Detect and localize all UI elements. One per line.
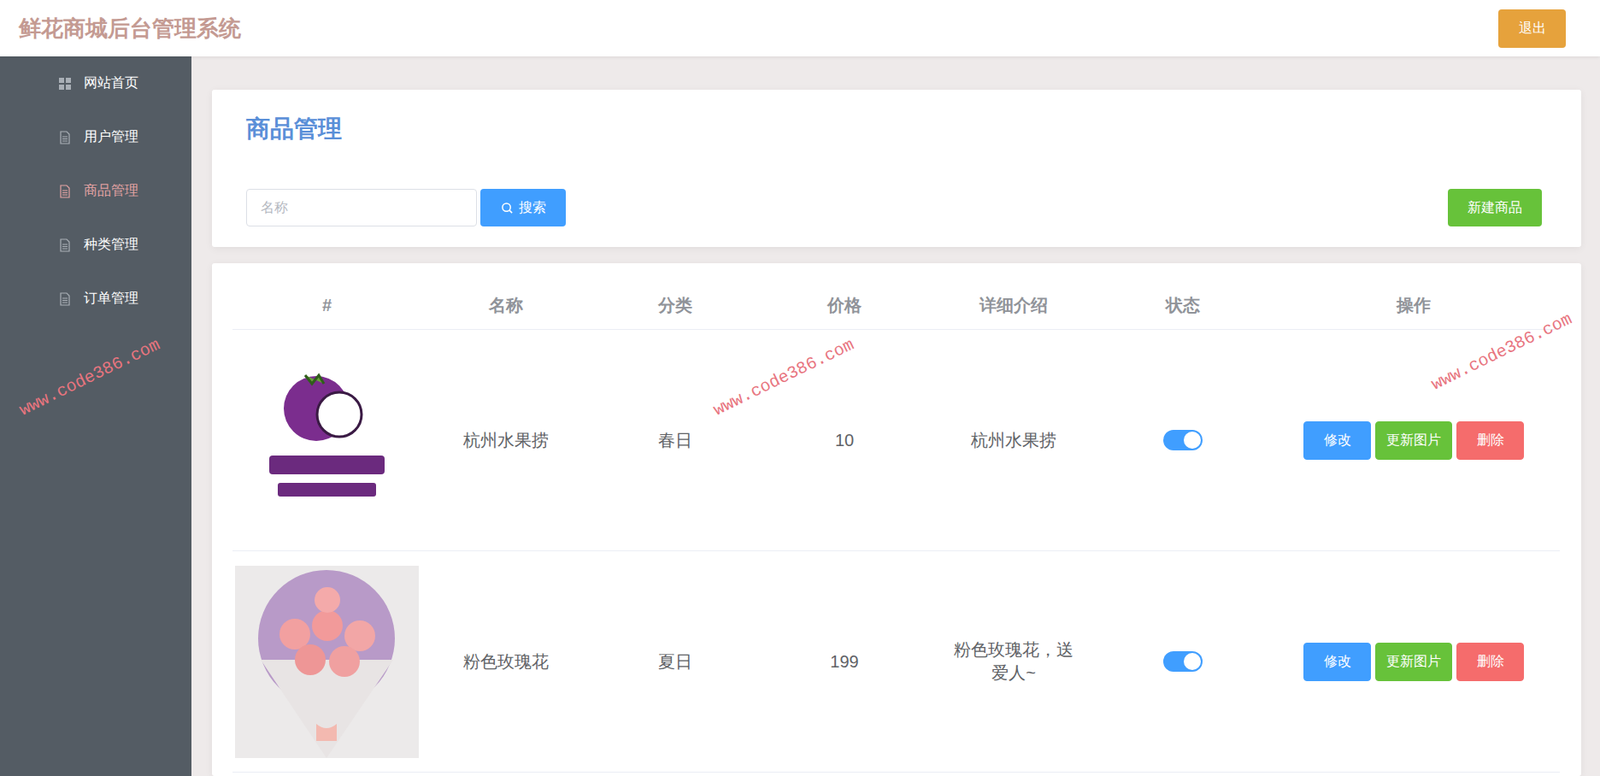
main-area: 商品管理搜索新建商品#名称分类价格详细介绍状态操作杭州水果捞春日10杭州水果捞修…	[191, 56, 1600, 776]
status-switch[interactable]	[1163, 429, 1203, 451]
action-button[interactable]: 修改	[1303, 642, 1371, 682]
watermark: www.code386.com	[1417, 303, 1588, 400]
search-input[interactable]	[246, 188, 477, 227]
description-cell: 杭州水果捞	[929, 329, 1099, 551]
create-button[interactable]: 新建商品	[1447, 188, 1542, 227]
admin-app: 鲜花商城后台管理系统退出网站首页用户管理商品管理种类管理订单管理商品管理搜索新建…	[0, 0, 1600, 776]
image-cell	[232, 551, 422, 772]
document-icon	[58, 184, 72, 199]
category-cell: 夏日	[590, 551, 760, 772]
action-button[interactable]: 更新图片	[1375, 421, 1453, 460]
search-group: 搜索	[246, 188, 566, 227]
image-cell	[232, 329, 422, 551]
grid-icon	[58, 76, 72, 91]
sidebar-item[interactable]: 种类管理	[0, 217, 192, 272]
action-button[interactable]: 更新图片	[1375, 642, 1453, 682]
status-cell	[1098, 551, 1268, 772]
watermark: www.code386.com	[699, 329, 870, 426]
category-cell: 春日	[590, 329, 760, 551]
toolbar: 搜索 新建商品	[246, 188, 1542, 227]
table-row: 粉色玫瑰花夏日199粉色玫瑰花，送爱人~ 修改更新图片删除	[232, 551, 1560, 773]
table-row: 杭州水果捞春日10杭州水果捞修改更新图片删除	[232, 329, 1560, 552]
sidebar-item[interactable]: 订单管理	[0, 271, 192, 326]
table-header: #名称分类价格详细介绍状态操作	[232, 282, 1560, 330]
logout-button[interactable]: 退出	[1498, 9, 1566, 48]
sidebar-item[interactable]: 网站首页	[0, 56, 192, 111]
action-button[interactable]: 删除	[1456, 421, 1524, 460]
sidebar: 网站首页用户管理商品管理种类管理订单管理	[0, 56, 192, 776]
column-header: 操作	[1267, 282, 1560, 330]
sidebar-label: 商品管理	[83, 182, 139, 200]
actions-cell: 修改更新图片删除	[1267, 551, 1560, 772]
page-title: 商品管理	[246, 113, 1542, 145]
top-bar: 鲜花商城后台管理系统 退出	[0, 0, 1600, 57]
column-header: 详细介绍	[929, 282, 1099, 330]
description-cell: 粉色玫瑰花，送爱人~	[929, 551, 1099, 772]
sidebar-item[interactable]: 商品管理	[0, 164, 192, 218]
table-card: #名称分类价格详细介绍状态操作杭州水果捞春日10杭州水果捞修改更新图片删除粉色玫…	[211, 263, 1582, 776]
search-icon	[500, 201, 514, 215]
document-icon	[58, 130, 72, 145]
watermark: www.code386.com	[5, 329, 176, 426]
switch-knob	[1183, 652, 1201, 671]
status-cell	[1098, 329, 1268, 551]
column-header: 名称	[421, 282, 591, 330]
status-switch[interactable]	[1163, 651, 1203, 672]
action-button[interactable]: 修改	[1303, 421, 1371, 460]
column-header: #	[232, 282, 422, 330]
sidebar-label: 网站首页	[83, 74, 139, 93]
column-header: 价格	[759, 282, 930, 330]
body: 网站首页用户管理商品管理种类管理订单管理商品管理搜索新建商品#名称分类价格详细介…	[0, 56, 1600, 776]
site-title: 鲜花商城后台管理系统	[18, 13, 242, 44]
sidebar-label: 种类管理	[83, 235, 139, 254]
name-cell: 杭州水果捞	[421, 329, 591, 551]
action-button[interactable]: 删除	[1456, 642, 1524, 682]
product-image	[235, 344, 419, 537]
sidebar-label: 用户管理	[83, 128, 139, 147]
search-button[interactable]: 搜索	[480, 188, 566, 227]
column-header: 状态	[1098, 282, 1268, 330]
price-cell: 10	[759, 329, 930, 551]
document-icon	[58, 238, 72, 253]
name-cell: 粉色玫瑰花	[421, 551, 591, 772]
price-cell: 199	[759, 551, 930, 772]
product-image	[235, 565, 419, 759]
actions-cell: 修改更新图片删除	[1267, 329, 1560, 551]
sidebar-label: 订单管理	[83, 289, 139, 308]
document-icon	[58, 292, 72, 306]
header-card: 商品管理搜索 新建商品	[211, 89, 1582, 248]
switch-knob	[1183, 431, 1201, 449]
column-header: 分类	[590, 282, 760, 330]
sidebar-item[interactable]: 用户管理	[0, 110, 192, 165]
